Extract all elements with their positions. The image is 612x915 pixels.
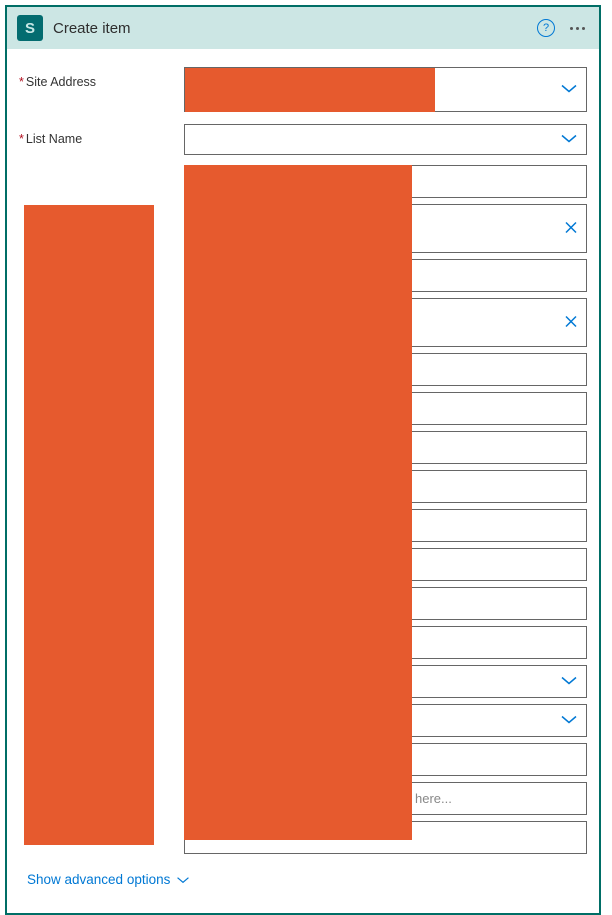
advanced-options-label: Show advanced options <box>27 872 170 887</box>
row-list-name: *List Name <box>19 124 587 155</box>
redaction-overlay-left <box>24 205 154 845</box>
sharepoint-icon <box>17 15 43 41</box>
help-icon[interactable]: ? <box>537 19 555 37</box>
clear-icon[interactable] <box>564 314 578 331</box>
more-menu-button[interactable] <box>565 27 589 30</box>
redaction-site-value <box>185 68 435 112</box>
chevron-down-icon[interactable] <box>560 132 578 147</box>
placeholder-text: here... <box>415 791 452 806</box>
chevron-down-icon[interactable] <box>560 674 578 689</box>
dynamic-fields: here... <box>184 165 587 854</box>
row-site-address: *Site Address <box>19 67 587 112</box>
card-header: Create item ? <box>7 7 599 49</box>
create-item-card: Create item ? *Site Address *List Name <box>5 5 601 915</box>
input-site-address[interactable] <box>184 67 587 112</box>
redaction-fields-overlay <box>184 165 412 840</box>
label-site-address: *Site Address <box>19 67 184 112</box>
card-body: *Site Address *List Name <box>7 49 599 913</box>
label-list-name: *List Name <box>19 124 184 155</box>
clear-icon[interactable] <box>564 220 578 237</box>
show-advanced-options-button[interactable]: Show advanced options <box>19 860 198 901</box>
chevron-down-icon[interactable] <box>560 713 578 728</box>
input-list-name[interactable] <box>184 124 587 155</box>
chevron-down-icon[interactable] <box>560 82 578 97</box>
chevron-down-icon <box>176 875 190 885</box>
card-title: Create item <box>53 20 527 37</box>
